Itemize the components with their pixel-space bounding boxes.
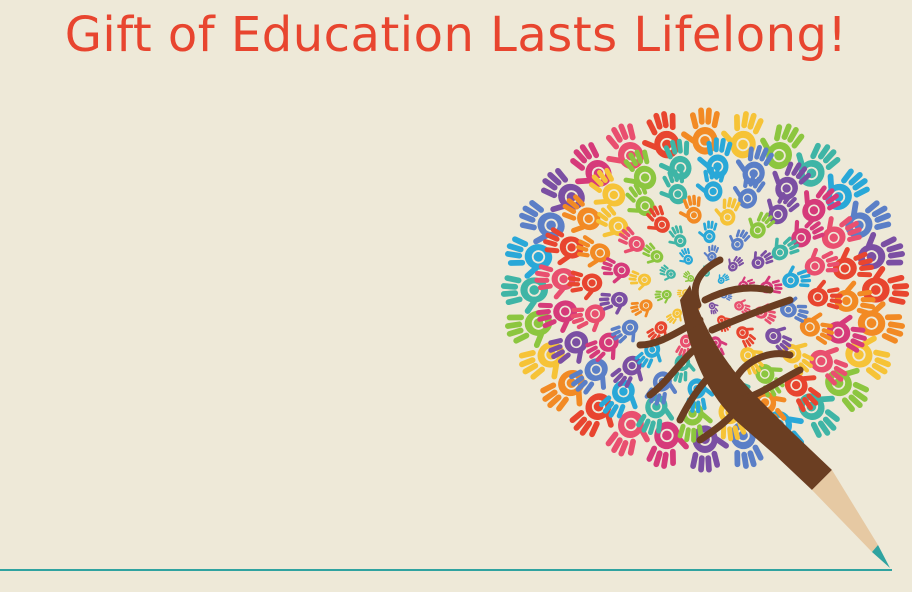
handprint xyxy=(679,247,693,265)
handprint xyxy=(717,273,730,284)
handprint xyxy=(654,289,672,304)
pencil-tip xyxy=(812,470,890,568)
handprint xyxy=(708,302,719,315)
handprint xyxy=(630,299,653,318)
handprint xyxy=(728,255,745,272)
handprint-crown xyxy=(500,107,910,473)
handprint xyxy=(659,264,676,281)
handprint xyxy=(729,229,751,251)
handprint xyxy=(736,326,756,348)
handprint xyxy=(698,220,718,244)
handprint xyxy=(628,270,652,291)
handprint xyxy=(751,250,774,269)
pencil-tree-illustration xyxy=(0,107,910,571)
